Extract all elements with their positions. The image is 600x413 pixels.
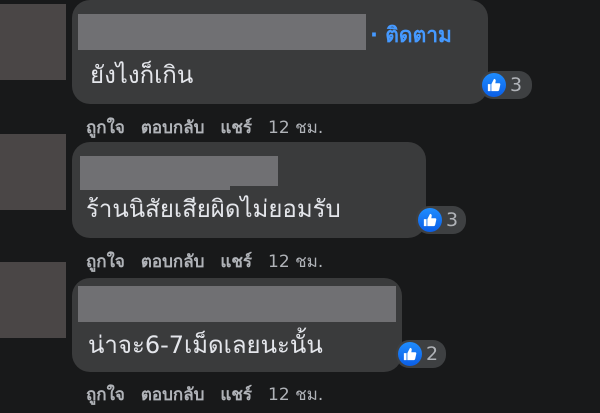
- reaction-summary[interactable]: 2: [396, 340, 446, 368]
- reaction-summary[interactable]: 3: [416, 206, 466, 234]
- redacted-author-name[interactable]: [80, 156, 278, 186]
- like-icon: [398, 342, 422, 366]
- reaction-count: 2: [426, 343, 439, 365]
- reply-button[interactable]: ตอบกลับ: [141, 381, 205, 408]
- like-button[interactable]: ถูกใจ: [86, 114, 125, 141]
- reaction-summary[interactable]: 3: [480, 71, 532, 99]
- comment-text: ร้านนิสัยเสียผิดไม่ยอมรับ: [86, 195, 341, 223]
- comment-actions: ถูกใจ ตอบกลับ แชร์ 12 ชม.: [86, 248, 339, 275]
- like-icon: [418, 208, 442, 232]
- avatar[interactable]: [0, 262, 66, 338]
- avatar[interactable]: [0, 134, 66, 210]
- comment-actions: ถูกใจ ตอบกลับ แชร์ 12 ชม.: [86, 381, 339, 408]
- avatar[interactable]: [0, 4, 66, 80]
- redacted-author-name-tail: [80, 184, 230, 190]
- share-button[interactable]: แชร์: [220, 248, 252, 275]
- like-icon: [482, 73, 506, 97]
- timestamp[interactable]: 12 ชม.: [268, 114, 323, 141]
- redacted-author-name[interactable]: [78, 286, 396, 322]
- share-button[interactable]: แชร์: [220, 381, 252, 408]
- redacted-author-name[interactable]: [78, 14, 366, 50]
- comment-bubble: ร้านนิสัยเสียผิดไม่ยอมรับ: [72, 142, 426, 238]
- timestamp[interactable]: 12 ชม.: [268, 381, 323, 408]
- reaction-count: 3: [510, 74, 523, 96]
- reply-button[interactable]: ตอบกลับ: [141, 114, 205, 141]
- comment-text: ยังไงก็เกิน: [90, 61, 194, 89]
- comment-text: น่าจะ6-7เม็ดเลยนะนั้น: [88, 331, 323, 359]
- comment-actions: ถูกใจ ตอบกลับ แชร์ 12 ชม.: [86, 114, 339, 141]
- reply-button[interactable]: ตอบกลับ: [141, 248, 205, 275]
- like-button[interactable]: ถูกใจ: [86, 381, 125, 408]
- reaction-count: 3: [446, 209, 459, 231]
- comment-bubble: น่าจะ6-7เม็ดเลยนะนั้น: [72, 278, 402, 372]
- follow-link[interactable]: · ติดตาม: [370, 22, 452, 48]
- like-button[interactable]: ถูกใจ: [86, 248, 125, 275]
- share-button[interactable]: แชร์: [220, 114, 252, 141]
- timestamp[interactable]: 12 ชม.: [268, 248, 323, 275]
- comment-bubble: · ติดตาม ยังไงก็เกิน: [72, 0, 488, 104]
